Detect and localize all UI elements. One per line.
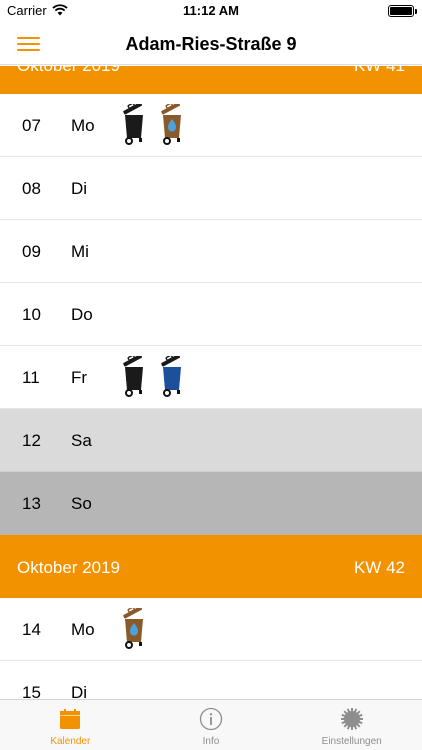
navigation-bar: Adam-Ries-Straße 9 [0,22,422,65]
day-of-week: Fr [71,368,88,387]
bio-bin-icon [160,102,184,148]
status-time: 11:12 AM [183,3,239,18]
status-bar: Carrier 11:12 AM [0,0,422,22]
tab-label: Kalender [50,736,91,747]
day-number: 10 [22,305,41,324]
tab-label: Einstellungen [321,736,382,747]
month-label: Oktober 2019 [17,66,120,76]
day-of-week: Di [71,683,88,699]
bin-list [122,354,184,400]
day-number: 12 [22,431,41,450]
tab-info[interactable]: Info [141,700,282,750]
day-of-week: Do [71,305,93,324]
tab-kalender[interactable]: Kalender [0,700,141,750]
bin-list [122,102,184,148]
week-number: KW 41 [354,66,405,76]
day-number: 15 [22,683,41,699]
day-row[interactable]: 14 Mo [0,598,422,661]
bio-bin-icon [122,606,146,652]
day-of-week: Sa [71,431,92,450]
day-number: 09 [22,242,41,261]
day-row[interactable]: 11 Fr [0,346,422,409]
month-header: Oktober 2019 KW 42 [0,535,422,598]
day-number: 14 [22,620,41,639]
month-label: Oktober 2019 [17,558,121,577]
day-of-week: Mo [71,116,95,135]
tab-einstellungen[interactable]: Einstellungen [281,700,422,750]
day-number: 11 [22,368,40,387]
day-row[interactable]: 10 Do [0,283,422,346]
calendar-list[interactable]: Oktober 2019 KW 41 07 Mo 08 Di 09 Mi 10 Do 11 Fr 12 S… [0,66,422,699]
week-number: KW 42 [353,558,405,577]
black-bin-icon [122,354,146,400]
month-header: Oktober 2019 KW 41 [0,66,422,94]
day-row[interactable]: 07 Mo [0,94,422,157]
day-of-week: So [71,494,92,513]
tab-bar: Kalender Info Einstellungen [0,699,422,750]
bin-list [122,606,146,652]
page-title: Adam-Ries-Straße 9 [125,34,297,54]
day-of-week: Mi [71,242,89,261]
battery-icon [388,5,417,17]
day-number: 07 [22,116,41,135]
day-row[interactable]: 08 Di [0,157,422,220]
day-of-week: Mo [71,620,95,639]
day-row[interactable]: 09 Mi [0,220,422,283]
tab-label: Info [202,736,220,747]
day-of-week: Di [71,179,88,198]
day-row[interactable]: 13 So [0,472,422,535]
day-number: 13 [22,494,41,513]
black-bin-icon [122,102,146,148]
blue-bin-icon [160,354,184,400]
day-row[interactable]: 12 Sa [0,409,422,472]
day-number: 08 [22,179,41,198]
day-row[interactable]: 15 Di [0,661,422,699]
